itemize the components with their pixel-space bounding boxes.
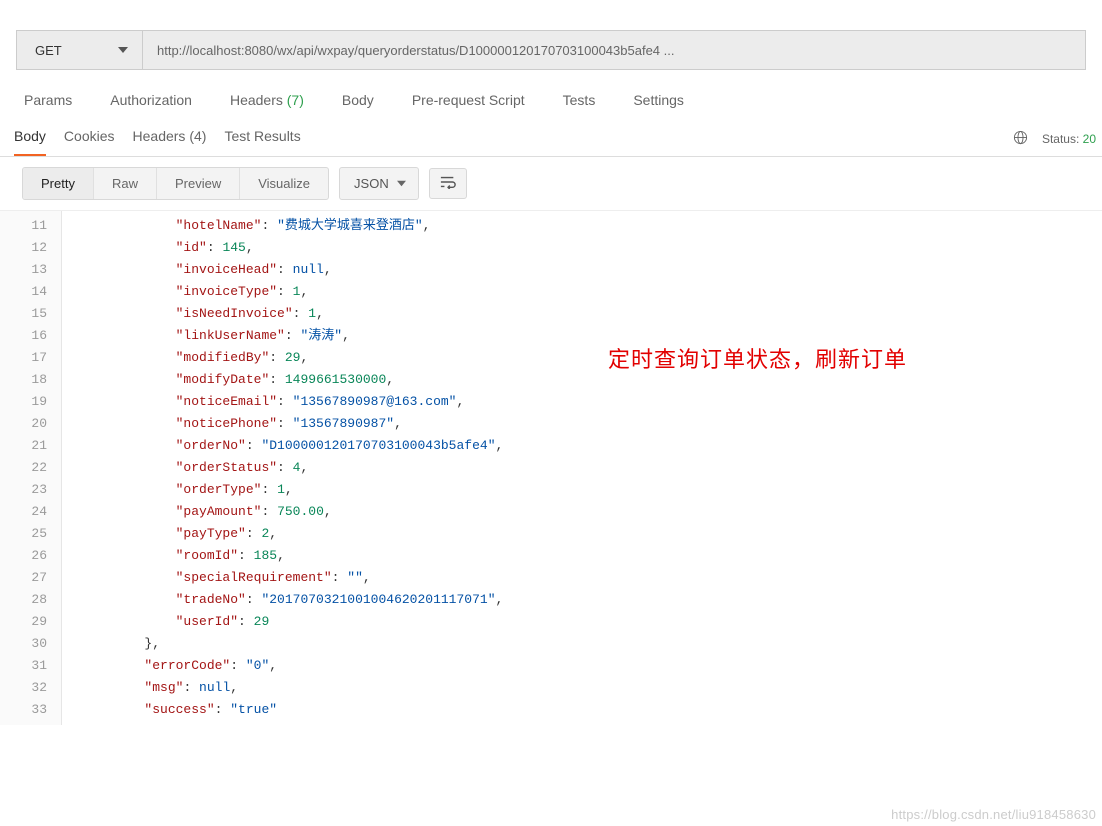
- tab-body[interactable]: Body: [342, 92, 374, 108]
- response-tabs: Body Cookies Headers (4) Test Results: [14, 120, 301, 156]
- tab-headers-label: Headers: [230, 92, 283, 108]
- view-pretty-button[interactable]: Pretty: [23, 168, 94, 199]
- resp-tab-headers[interactable]: Headers (4): [133, 120, 207, 156]
- view-mode-group: Pretty Raw Preview Visualize: [22, 167, 329, 200]
- code-content[interactable]: "hotelName": "费城大学城喜来登酒店", "id": 145, "i…: [62, 211, 1102, 725]
- wrap-lines-button[interactable]: [429, 168, 467, 199]
- resp-tab-test-results[interactable]: Test Results: [224, 120, 300, 156]
- response-status: Status: 20: [1013, 130, 1102, 156]
- watermark-text: https://blog.csdn.net/liu918458630: [891, 807, 1096, 822]
- tab-tests[interactable]: Tests: [563, 92, 596, 108]
- request-url-input[interactable]: http://localhost:8080/wx/api/wxpay/query…: [143, 31, 1085, 69]
- response-view-toolbar: Pretty Raw Preview Visualize JSON: [0, 157, 1102, 211]
- response-header-row: Body Cookies Headers (4) Test Results St…: [0, 120, 1102, 157]
- tab-authorization[interactable]: Authorization: [110, 92, 192, 108]
- format-select-label: JSON: [354, 176, 389, 191]
- view-visualize-button[interactable]: Visualize: [240, 168, 328, 199]
- tab-prerequest[interactable]: Pre-request Script: [412, 92, 525, 108]
- chevron-down-icon: [118, 43, 128, 58]
- request-tabs: Params Authorization Headers (7) Body Pr…: [0, 70, 1102, 120]
- http-method-label: GET: [35, 43, 62, 58]
- resp-tab-body[interactable]: Body: [14, 120, 46, 156]
- tab-params[interactable]: Params: [24, 92, 72, 108]
- format-select[interactable]: JSON: [339, 167, 419, 200]
- resp-tab-headers-count: (4): [189, 128, 206, 144]
- wrap-icon: [440, 177, 456, 192]
- status-value: 20: [1083, 132, 1096, 146]
- request-bar: GET http://localhost:8080/wx/api/wxpay/q…: [16, 30, 1086, 70]
- globe-icon[interactable]: [1013, 130, 1028, 148]
- line-gutter: 1112131415161718192021222324252627282930…: [0, 211, 62, 725]
- tab-headers-count: (7): [287, 92, 304, 108]
- resp-tab-headers-label: Headers: [133, 128, 186, 144]
- view-preview-button[interactable]: Preview: [157, 168, 240, 199]
- status-label: Status:: [1042, 132, 1079, 146]
- tab-headers[interactable]: Headers (7): [230, 92, 304, 108]
- annotation-text: 定时查询订单状态，刷新订单: [608, 342, 907, 374]
- http-method-select[interactable]: GET: [17, 31, 143, 69]
- response-body-viewer[interactable]: 1112131415161718192021222324252627282930…: [0, 211, 1102, 725]
- tab-settings[interactable]: Settings: [633, 92, 684, 108]
- chevron-down-icon: [397, 176, 406, 191]
- resp-tab-cookies[interactable]: Cookies: [64, 120, 115, 156]
- view-raw-button[interactable]: Raw: [94, 168, 157, 199]
